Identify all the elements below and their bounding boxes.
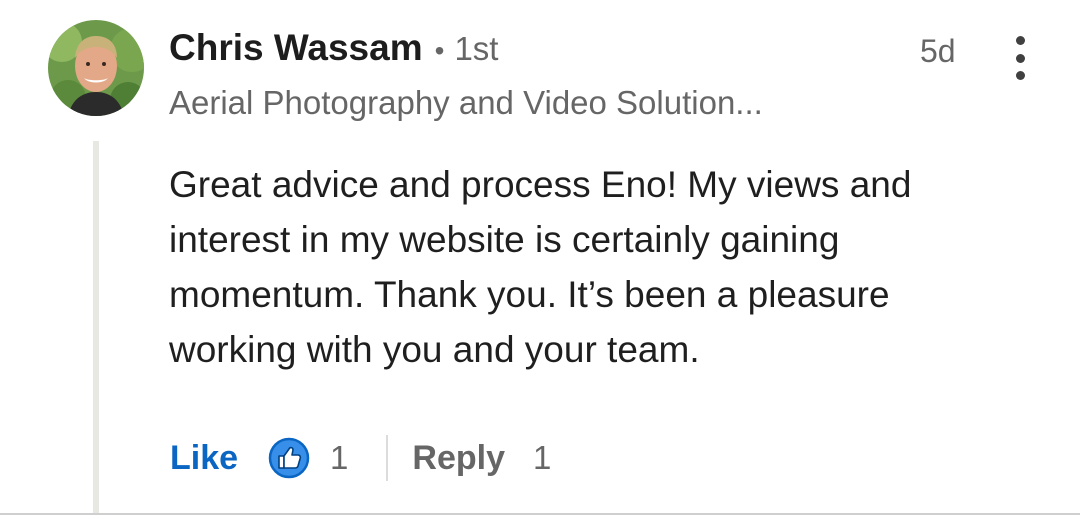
thumbs-up-icon[interactable] bbox=[268, 437, 310, 479]
author-avatar[interactable] bbox=[48, 20, 144, 116]
profile-photo bbox=[48, 20, 144, 116]
comment-actions: Like 1 Reply 1 bbox=[170, 432, 551, 484]
separator-dot: • bbox=[434, 35, 445, 66]
reply-count[interactable]: 1 bbox=[533, 439, 551, 477]
like-button[interactable]: Like bbox=[170, 439, 238, 478]
comment-line: momentum. Thank you. It’s been a pleasur… bbox=[169, 274, 890, 315]
author-headline: Aerial Photography and Video Solution... bbox=[169, 84, 763, 121]
more-options-button[interactable] bbox=[1006, 34, 1034, 82]
comment-line: interest in my website is certainly gain… bbox=[169, 219, 840, 260]
author-row: Chris Wassam • 1st bbox=[169, 27, 498, 79]
author-name[interactable]: Chris Wassam bbox=[169, 27, 423, 69]
comment-line: working with you and your team. bbox=[169, 329, 700, 370]
vertical-ellipsis-icon bbox=[1015, 36, 1025, 45]
connection-degree: 1st bbox=[454, 30, 499, 67]
comment-line: Great advice and process Eno! My views a… bbox=[169, 164, 912, 205]
reply-button[interactable]: Reply bbox=[412, 439, 505, 478]
comment-text: Great advice and process Eno! My views a… bbox=[169, 157, 1049, 377]
like-count[interactable]: 1 bbox=[330, 439, 348, 477]
comment-timestamp: 5d bbox=[920, 33, 956, 69]
thread-line bbox=[93, 141, 99, 515]
action-divider bbox=[386, 435, 389, 481]
